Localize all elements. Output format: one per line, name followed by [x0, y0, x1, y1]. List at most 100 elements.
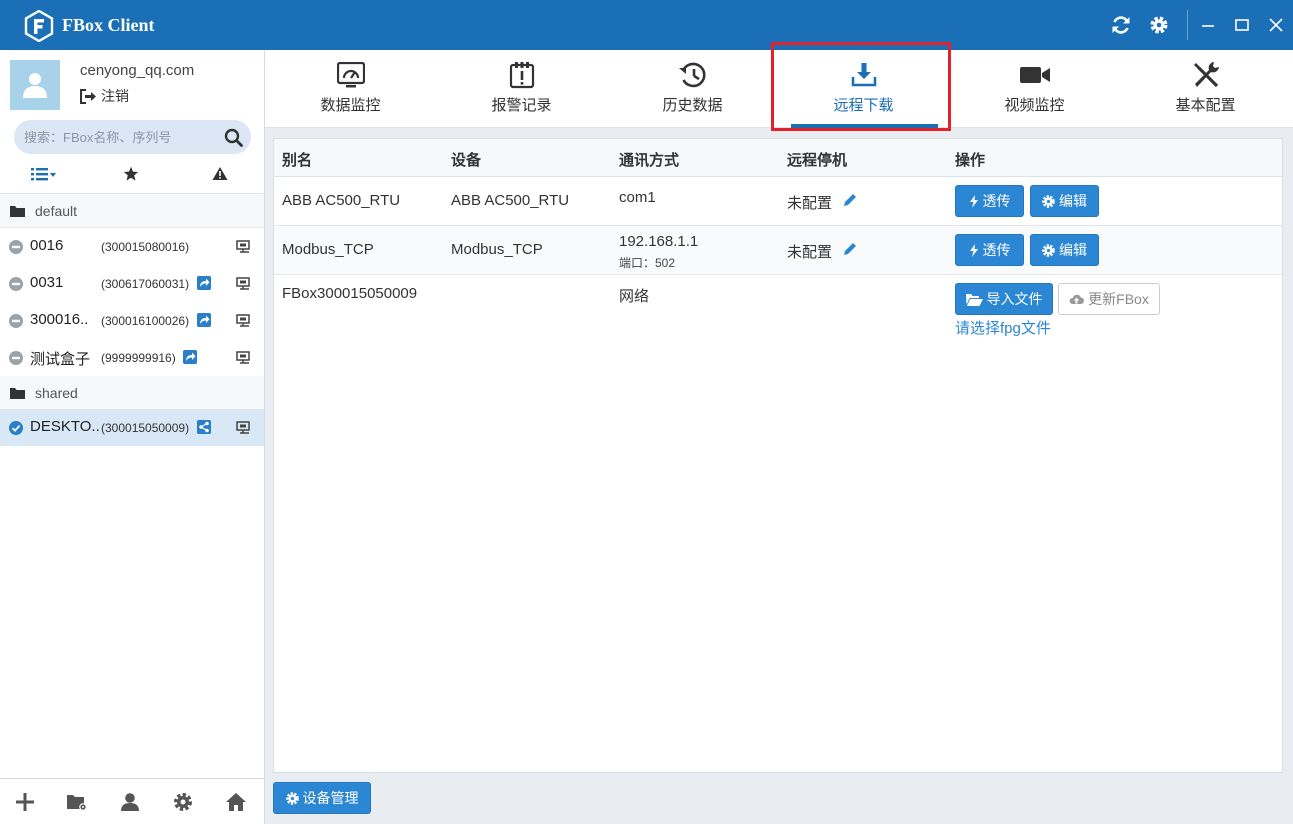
- monitor-icon[interactable]: [236, 277, 251, 290]
- tab-video-monitor[interactable]: 视频监控: [949, 50, 1120, 128]
- edit-button[interactable]: 编辑: [1030, 185, 1099, 217]
- cell-remote-stop: 未配置: [787, 195, 833, 212]
- button-label: 更新FBox: [1088, 291, 1149, 307]
- group-name: default: [35, 202, 78, 219]
- monitor-gauge-icon: [336, 62, 365, 88]
- monitor-icon[interactable]: [236, 240, 251, 253]
- update-fbox-button[interactable]: 更新FBox: [1058, 283, 1160, 315]
- cell-remote-stop: 未配置: [787, 244, 833, 261]
- cell-comm: com1: [619, 189, 656, 206]
- folder-icon: [10, 387, 25, 399]
- add-icon[interactable]: [12, 789, 38, 815]
- select-fpg-file-link[interactable]: 请选择fpg文件: [955, 317, 1051, 338]
- pencil-edit-icon[interactable]: [843, 193, 857, 207]
- passthrough-button[interactable]: 透传: [955, 185, 1024, 217]
- tab-history-data[interactable]: 历史数据: [607, 50, 778, 128]
- cell-comm: 192.168.1.1: [619, 233, 699, 250]
- user-icon[interactable]: [117, 789, 143, 815]
- close-icon[interactable]: [1263, 12, 1289, 38]
- search-input[interactable]: [24, 120, 214, 154]
- cog-icon: [1042, 243, 1055, 257]
- table-row: Modbus_TCP Modbus_TCP 192.168.1.1 端口：502…: [274, 226, 1282, 275]
- folder-open-icon: [965, 293, 983, 306]
- tools-icon: [1193, 62, 1219, 88]
- video-camera-icon: [1019, 67, 1050, 83]
- cog-icon: [1042, 194, 1055, 208]
- settings-gear-icon[interactable]: [1146, 12, 1172, 38]
- refresh-icon[interactable]: [1108, 12, 1134, 38]
- device-management-button[interactable]: 设备管理: [273, 782, 371, 814]
- minimize-icon[interactable]: [1195, 12, 1221, 38]
- device-item[interactable]: 0031 (300617060031): [0, 265, 264, 302]
- tab-basic-config[interactable]: 基本配置: [1120, 50, 1291, 128]
- column-header: 操作: [955, 152, 986, 169]
- user-icon: [23, 73, 47, 98]
- group-shared[interactable]: shared: [0, 376, 264, 410]
- passthrough-button[interactable]: 透传: [955, 234, 1024, 266]
- tab-label: 基本配置: [1175, 97, 1236, 114]
- offline-status-icon: [9, 314, 23, 328]
- pencil-edit-icon[interactable]: [843, 242, 857, 256]
- titlebar-separator: [1187, 10, 1188, 40]
- column-header: 别名: [282, 152, 313, 169]
- user-email: cenyong_qq.com: [80, 62, 195, 79]
- device-name: DESKTO..: [30, 418, 100, 435]
- button-label: 设备管理: [302, 790, 359, 806]
- cell-alias: ABB AC500_RTU: [282, 192, 401, 209]
- share-forward-icon: [197, 313, 211, 327]
- button-label: 编辑: [1059, 193, 1087, 209]
- gear-icon[interactable]: [170, 789, 196, 815]
- tab-data-monitor[interactable]: 数据监控: [265, 50, 436, 128]
- home-icon[interactable]: [223, 789, 249, 815]
- cog-icon: [285, 791, 299, 805]
- column-header: 设备: [451, 152, 482, 169]
- group-name: shared: [35, 384, 78, 401]
- remote-download-table: 别名 设备 通讯方式 远程停机 操作 ABB AC500_RTU ABB AC5…: [273, 138, 1283, 773]
- tab-label: 报警记录: [491, 97, 552, 114]
- app-title: FBox Client: [62, 15, 155, 35]
- logout-label: 注销: [101, 88, 129, 104]
- button-label: 透传: [982, 242, 1011, 258]
- device-serial: (300015080016): [101, 240, 190, 254]
- device-item[interactable]: 测试盒子 (9999999916): [0, 339, 264, 376]
- device-serial: (300617060031): [101, 277, 190, 291]
- device-item[interactable]: 0016 (300015080016): [0, 228, 264, 265]
- filter-bar: [0, 158, 264, 194]
- bolt-icon: [969, 194, 978, 208]
- folder-icon: [10, 205, 25, 217]
- edit-button[interactable]: 编辑: [1030, 234, 1099, 266]
- button-label: 编辑: [1059, 242, 1087, 258]
- sidebar: cenyong_qq.com 注销 default 0016 (30001508…: [0, 50, 265, 824]
- device-name: 0016: [30, 237, 64, 254]
- cell-comm-port: 端口：502: [619, 256, 676, 270]
- column-header: 通讯方式: [619, 152, 680, 169]
- favorite-star-icon[interactable]: [123, 166, 139, 182]
- search-icon[interactable]: [224, 128, 243, 147]
- button-label: 导入文件: [986, 291, 1043, 307]
- logout-button[interactable]: 注销: [80, 86, 129, 106]
- maximize-icon[interactable]: [1229, 12, 1255, 38]
- folder-settings-icon[interactable]: [64, 789, 90, 815]
- device-serial: (300016100026): [101, 314, 190, 328]
- column-header: 远程停机: [787, 152, 848, 169]
- import-file-button[interactable]: 导入文件: [955, 283, 1053, 315]
- cell-device: Modbus_TCP: [451, 241, 543, 258]
- device-serial: (300015050009): [101, 421, 190, 435]
- monitor-icon[interactable]: [236, 314, 251, 327]
- offline-status-icon: [9, 240, 23, 254]
- device-serial: (9999999916): [101, 351, 176, 365]
- alarm-warning-icon[interactable]: [212, 166, 228, 181]
- monitor-icon[interactable]: [236, 351, 251, 364]
- history-clock-icon: [678, 62, 706, 88]
- group-default[interactable]: default: [0, 194, 264, 228]
- tab-alarm-records[interactable]: 报警记录: [436, 50, 607, 128]
- list-filter-icon[interactable]: [31, 166, 57, 182]
- download-tray-icon: [851, 63, 876, 87]
- avatar[interactable]: [10, 60, 60, 110]
- device-item[interactable]: 300016.. (300016100026): [0, 302, 264, 339]
- monitor-icon[interactable]: [236, 421, 251, 434]
- share-forward-icon: [197, 276, 211, 290]
- active-tab-indicator: [791, 124, 938, 128]
- device-item-selected[interactable]: DESKTO.. (300015050009): [0, 409, 264, 446]
- tab-remote-download[interactable]: 远程下载: [778, 50, 949, 128]
